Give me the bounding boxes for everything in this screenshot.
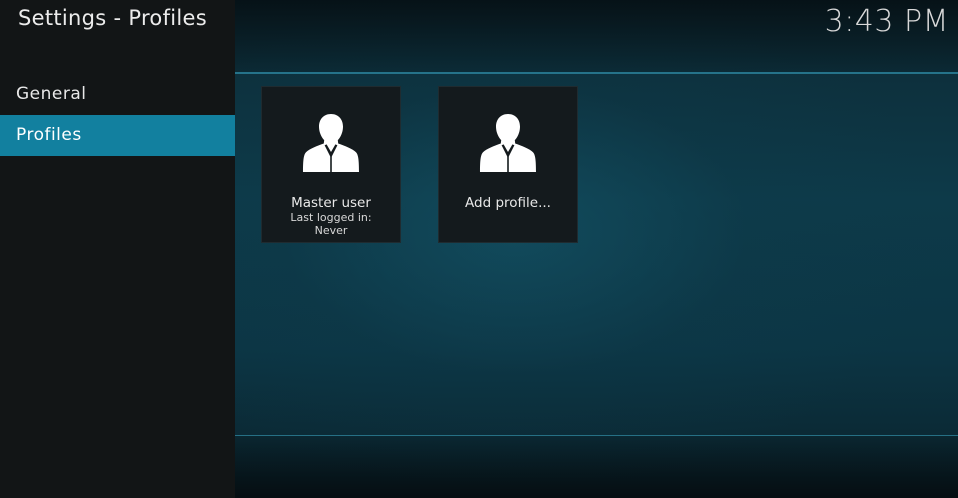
user-silhouette-icon: [303, 114, 359, 172]
header-divider: [235, 72, 958, 74]
clock: 3:43 PM: [824, 4, 949, 39]
sidebar: Settings - Profiles General Profiles: [0, 0, 235, 498]
add-profile-label: Add profile...: [465, 195, 551, 211]
last-logged-value: Never: [314, 224, 348, 237]
footer-bar: [235, 436, 958, 498]
profile-name: Master user: [291, 195, 371, 211]
add-profile-tile[interactable]: Add profile...: [438, 86, 578, 243]
profile-tile-master-user[interactable]: Master user Last logged in: Never: [261, 86, 401, 243]
main-panel: 3:43 PM: [235, 0, 958, 498]
page-title: Settings - Profiles: [18, 6, 207, 30]
app-window: Settings - Profiles General Profiles 3:4…: [0, 0, 958, 498]
user-silhouette-icon: [480, 114, 536, 172]
sidebar-item-general[interactable]: General: [0, 74, 235, 115]
sidebar-item-profiles[interactable]: Profiles: [0, 115, 235, 156]
last-logged-label: Last logged in:: [290, 211, 372, 224]
